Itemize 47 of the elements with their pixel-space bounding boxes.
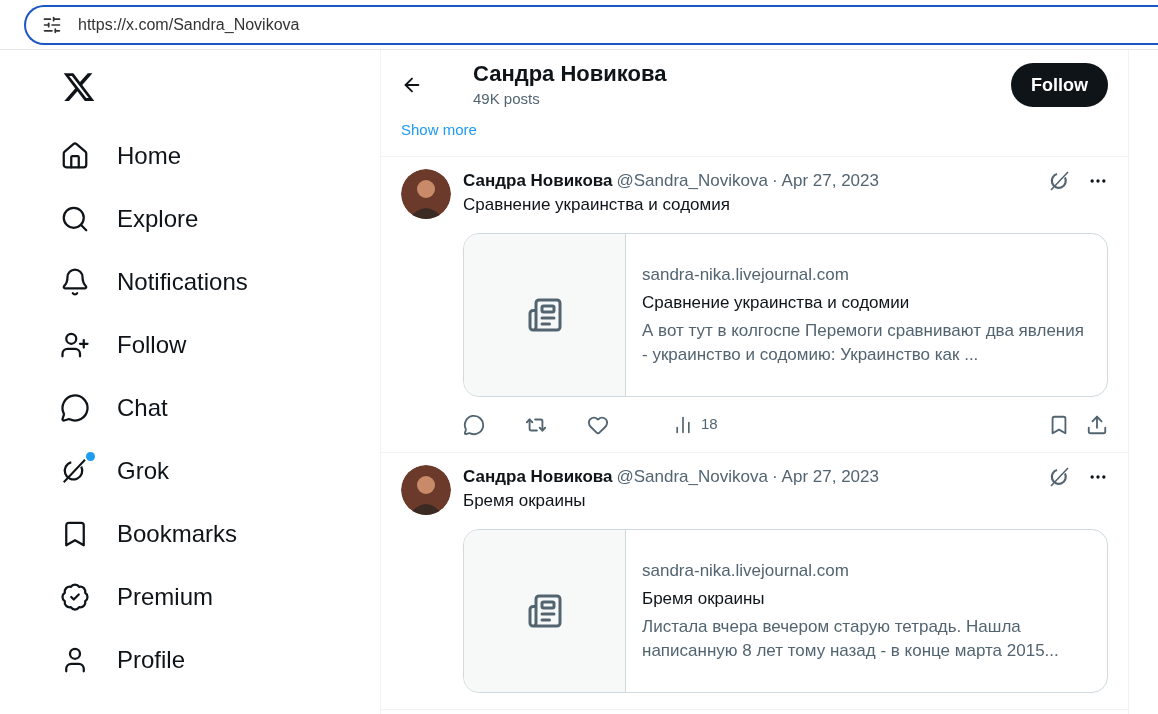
badge-check-icon bbox=[60, 581, 90, 612]
author-handle[interactable]: @Sandra_Novikova bbox=[616, 169, 768, 193]
link-card[interactable]: sandra-nika.livejournal.com Бремя окраины Листала вчера вечером старую тетрадь. Нашла написанную 8 лет тому назад - в конце марта 2015... bbox=[463, 529, 1108, 693]
separator: · bbox=[771, 170, 778, 192]
card-domain: sandra-nika.livejournal.com bbox=[642, 264, 850, 286]
article-icon bbox=[526, 297, 563, 333]
bar-chart-icon bbox=[673, 414, 693, 435]
profile-name: Сандра Новикова bbox=[473, 59, 667, 88]
nav-item[interactable]: Profile bbox=[60, 628, 380, 691]
post-date[interactable]: Apr 27, 2023 bbox=[781, 465, 879, 489]
nav-item[interactable]: Premium bbox=[60, 565, 380, 628]
chat-bubble-icon bbox=[60, 392, 90, 423]
site-settings-icon[interactable] bbox=[42, 14, 62, 35]
separator: · bbox=[771, 466, 778, 488]
avatar[interactable] bbox=[401, 169, 451, 219]
author-name[interactable]: Сандра Новикова bbox=[463, 465, 613, 489]
slashed-circle-icon[interactable] bbox=[1048, 169, 1072, 193]
nav-item[interactable]: Home bbox=[60, 124, 380, 187]
nav-item[interactable]: Explore bbox=[60, 187, 380, 250]
post-text: Бремя окраины bbox=[463, 490, 587, 512]
author-name[interactable]: Сандра Новикова bbox=[463, 169, 613, 193]
x-logo[interactable] bbox=[62, 70, 96, 104]
slashed-circle-icon[interactable] bbox=[1048, 465, 1072, 489]
post-count: 49K posts bbox=[473, 88, 541, 109]
card-title: Бремя окраины bbox=[642, 588, 766, 610]
link-card[interactable]: sandra-nika.livejournal.com Сравнение украинства и содомии А вот тут в колгоспе Перемоги сравнивают два явления - украинство и содомию: Украинство как ... bbox=[463, 233, 1108, 397]
share-icon[interactable] bbox=[1086, 413, 1108, 436]
views-button[interactable]: 18 bbox=[673, 413, 718, 436]
post-date[interactable]: Apr 27, 2023 bbox=[781, 169, 879, 193]
nav-item[interactable]: Follow bbox=[60, 313, 380, 376]
card-description: А вот тут в колгоспе Перемоги сравнивают два явления - украинство и содомию: Украинство как ... bbox=[642, 320, 1085, 366]
address-bar[interactable]: https://x.com/Sandra_Novikova bbox=[24, 4, 1158, 45]
card-description: Листала вчера вечером старую тетрадь. Нашла написанную 8 лет тому назад - в конце марта 2015... bbox=[642, 616, 1060, 662]
article-icon bbox=[526, 593, 563, 629]
bell-icon bbox=[60, 266, 90, 297]
follow-button[interactable]: Follow bbox=[1011, 63, 1108, 107]
post-text: Сравнение украинства и содомия bbox=[463, 194, 731, 216]
nav-item[interactable]: Grok bbox=[60, 439, 380, 502]
reply-icon[interactable] bbox=[463, 413, 485, 436]
home-icon bbox=[60, 140, 90, 171]
card-domain: sandra-nika.livejournal.com bbox=[642, 560, 850, 582]
nav-item[interactable]: Bookmarks bbox=[60, 502, 380, 565]
nav-item[interactable]: Notifications bbox=[60, 250, 380, 313]
avatar[interactable] bbox=[401, 465, 451, 515]
card-title: Сравнение украинства и содомии bbox=[642, 292, 911, 314]
author-handle[interactable]: @Sandra_Novikova bbox=[616, 465, 768, 489]
nav-item[interactable]: Chat bbox=[60, 376, 380, 439]
